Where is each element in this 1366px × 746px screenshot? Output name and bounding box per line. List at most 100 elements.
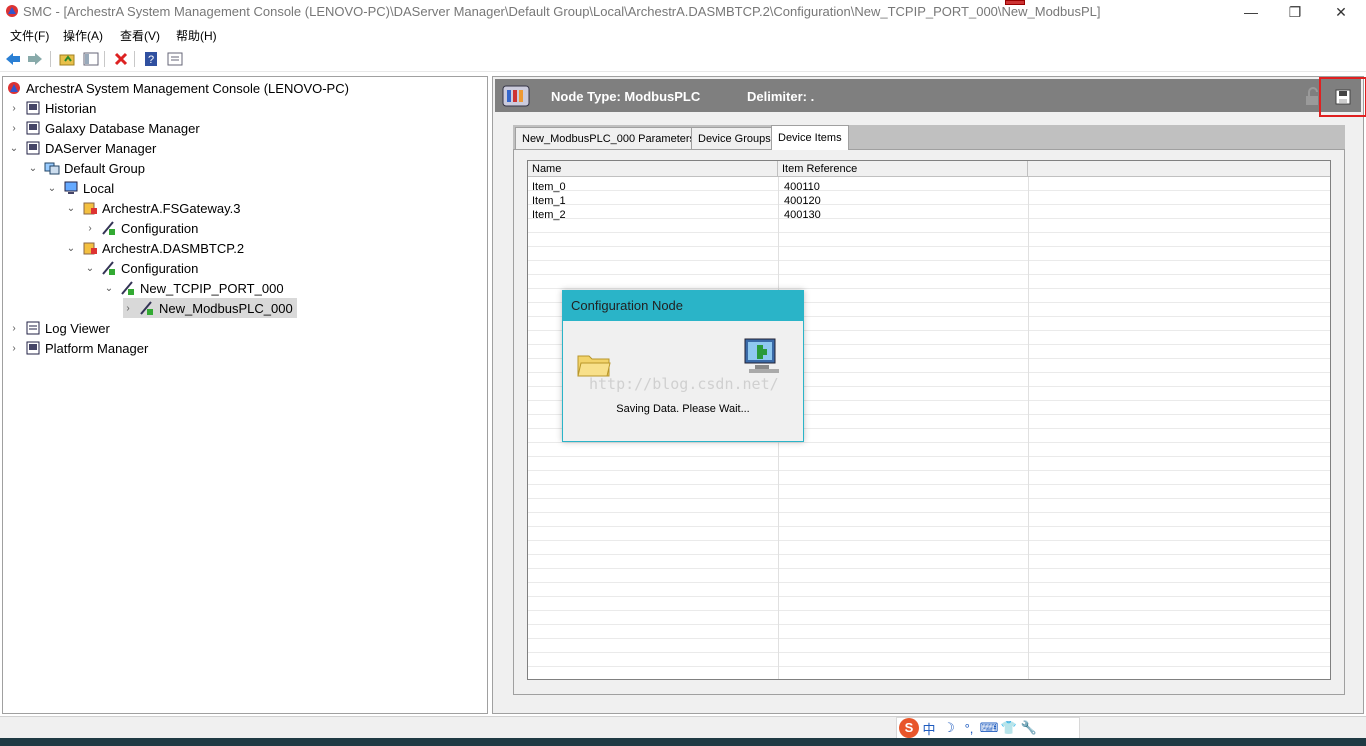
- cell-item-reference: 400120: [784, 195, 821, 207]
- sogou-ime-icon[interactable]: S: [899, 718, 919, 738]
- collapse-icon[interactable]: ⌄: [66, 203, 76, 214]
- collapse-icon[interactable]: ⌄: [66, 243, 76, 254]
- ime-chinese-mode[interactable]: 中: [919, 719, 939, 738]
- tab-device-items[interactable]: Device Items: [771, 125, 849, 150]
- group-icon: [44, 162, 60, 175]
- restore-button[interactable]: ❐: [1272, 0, 1318, 24]
- console-tree: ArchestrA System Management Console (LEN…: [2, 76, 488, 714]
- saving-message: Saving Data. Please Wait...: [616, 403, 750, 415]
- expand-icon[interactable]: ›: [9, 343, 19, 354]
- configuration-icon: [102, 221, 115, 235]
- collapse-icon[interactable]: ⌄: [47, 183, 57, 194]
- archestra-icon: [8, 82, 20, 94]
- show-tree-icon[interactable]: [82, 50, 100, 68]
- ime-wrench-icon[interactable]: 🔧: [1019, 720, 1039, 736]
- back-arrow-icon[interactable]: [4, 50, 22, 68]
- status-bar: S 中 ☽ °, ⌨ 👕 🔧: [0, 716, 1366, 739]
- grid-header: Name Item Reference: [528, 161, 1330, 177]
- expand-icon[interactable]: ›: [123, 303, 133, 314]
- title-bar: SMC - [ArchestrA System Management Conso…: [0, 0, 1366, 24]
- tree-item-historian[interactable]: › Historian: [9, 98, 96, 118]
- collapse-icon[interactable]: ⌄: [28, 163, 38, 174]
- configuration-icon: [102, 261, 115, 275]
- tree-item-log-viewer[interactable]: › Log Viewer: [9, 318, 110, 338]
- server-icon: [26, 121, 40, 135]
- collapse-icon[interactable]: ⌄: [85, 263, 95, 274]
- daserver-icon: [83, 242, 97, 255]
- tree-label: Default Group: [64, 160, 145, 176]
- table-row[interactable]: Item_2 400130: [528, 208, 1330, 222]
- ime-toolbar: S 中 ☽ °, ⌨ 👕 🔧: [896, 717, 1080, 739]
- taskbar: [0, 738, 1366, 746]
- minimize-button[interactable]: —: [1228, 0, 1274, 24]
- watermark-text: http://blog.csdn.net/: [589, 375, 779, 393]
- ime-keyboard-icon[interactable]: ⌨: [979, 720, 999, 736]
- table-row[interactable]: Item_0 400110: [528, 180, 1330, 194]
- properties-icon[interactable]: [166, 50, 184, 68]
- tree-item-galaxy-db[interactable]: › Galaxy Database Manager: [9, 118, 200, 138]
- help-icon[interactable]: ?: [142, 50, 160, 68]
- tree-root-label: ArchestrA System Management Console (LEN…: [26, 80, 349, 96]
- tree-label: Configuration: [121, 220, 199, 236]
- tree-item-fsgateway[interactable]: ⌄ ArchestrA.FSGateway.3: [66, 198, 241, 218]
- delete-icon[interactable]: [112, 50, 130, 68]
- tree-root[interactable]: ArchestrA System Management Console (LEN…: [6, 78, 349, 98]
- computer-icon: [744, 338, 779, 373]
- ime-punctuation-icon[interactable]: °,: [959, 721, 979, 736]
- ime-moon-icon[interactable]: ☽: [939, 720, 959, 736]
- collapse-icon[interactable]: ⌄: [104, 283, 114, 294]
- window-title: SMC - [ArchestrA System Management Conso…: [23, 4, 1101, 19]
- folder-icon: [577, 355, 611, 377]
- tree-item-tcpip-port[interactable]: ⌄ New_TCPIP_PORT_000: [104, 278, 284, 298]
- tree-label: DAServer Manager: [45, 140, 157, 156]
- column-header-name[interactable]: Name: [528, 161, 778, 177]
- server-icon: [26, 341, 40, 355]
- tree-item-dasmbtcp[interactable]: ⌄ ArchestrA.DASMBTCP.2: [66, 238, 244, 258]
- tree-label: Log Viewer: [45, 320, 110, 336]
- toolbar-separator: [104, 51, 105, 67]
- column-header-item-reference[interactable]: Item Reference: [778, 161, 1028, 177]
- red-marker: [1005, 0, 1025, 5]
- tab-device-groups[interactable]: Device Groups: [691, 127, 778, 149]
- tree-item-local[interactable]: ⌄ Local: [47, 178, 114, 198]
- delimiter-label: Delimiter: .: [747, 89, 815, 104]
- tree-item-platform-manager[interactable]: › Platform Manager: [9, 338, 148, 358]
- collapse-icon[interactable]: ⌄: [9, 143, 19, 154]
- tree-label: New_TCPIP_PORT_000: [140, 280, 284, 296]
- menu-bar: 文件(F) 操作(A) 查看(V) 帮助(H): [0, 24, 1366, 44]
- table-row[interactable]: Item_1 400120: [528, 194, 1330, 208]
- port-icon: [121, 281, 134, 295]
- svg-text:?: ?: [148, 54, 154, 66]
- expand-icon[interactable]: ›: [9, 103, 19, 114]
- tree-label: Platform Manager: [45, 340, 149, 356]
- tree-item-configuration-fsgateway[interactable]: › Configuration: [85, 218, 198, 238]
- expand-icon[interactable]: ›: [9, 123, 19, 134]
- column-divider: [1028, 161, 1029, 679]
- menu-help[interactable]: 帮助(H): [176, 27, 217, 44]
- forward-arrow-icon[interactable]: [26, 50, 44, 68]
- configuration-node-dialog: Configuration Node http://blog.csdn.net/…: [562, 290, 804, 442]
- menu-action[interactable]: 操作(A): [63, 27, 103, 44]
- node-header: Node Type: ModbusPLC Delimiter: .: [495, 77, 1366, 117]
- close-button[interactable]: ✕: [1318, 0, 1364, 24]
- up-folder-icon[interactable]: [58, 50, 76, 68]
- daserver-icon: [83, 202, 97, 215]
- expand-icon[interactable]: ›: [9, 323, 19, 334]
- plc-icon: [140, 301, 153, 315]
- tree-label: Historian: [45, 100, 97, 116]
- tree-item-configuration-dasmbtcp[interactable]: ⌄ Configuration: [85, 258, 199, 278]
- menu-view[interactable]: 查看(V): [120, 27, 160, 44]
- tree-item-daserver-manager[interactable]: ⌄ DAServer Manager: [9, 138, 156, 158]
- ime-skin-icon[interactable]: 👕: [999, 720, 1019, 736]
- tab-parameters[interactable]: New_ModbusPLC_000 Parameters: [515, 127, 703, 149]
- server-icon: [26, 101, 40, 115]
- tree-item-modbusplc[interactable]: › New_ModbusPLC_000: [123, 298, 297, 318]
- cell-name: Item_2: [532, 209, 566, 221]
- tree-label: ArchestrA.FSGateway.3: [102, 200, 241, 216]
- save-button[interactable]: [1319, 77, 1366, 117]
- node-type-icon: [502, 85, 530, 107]
- expand-icon[interactable]: ›: [85, 223, 95, 234]
- tree-item-default-group[interactable]: ⌄ Default Group: [28, 158, 145, 178]
- tree-label: Galaxy Database Manager: [45, 120, 200, 136]
- menu-file[interactable]: 文件(F): [10, 27, 49, 44]
